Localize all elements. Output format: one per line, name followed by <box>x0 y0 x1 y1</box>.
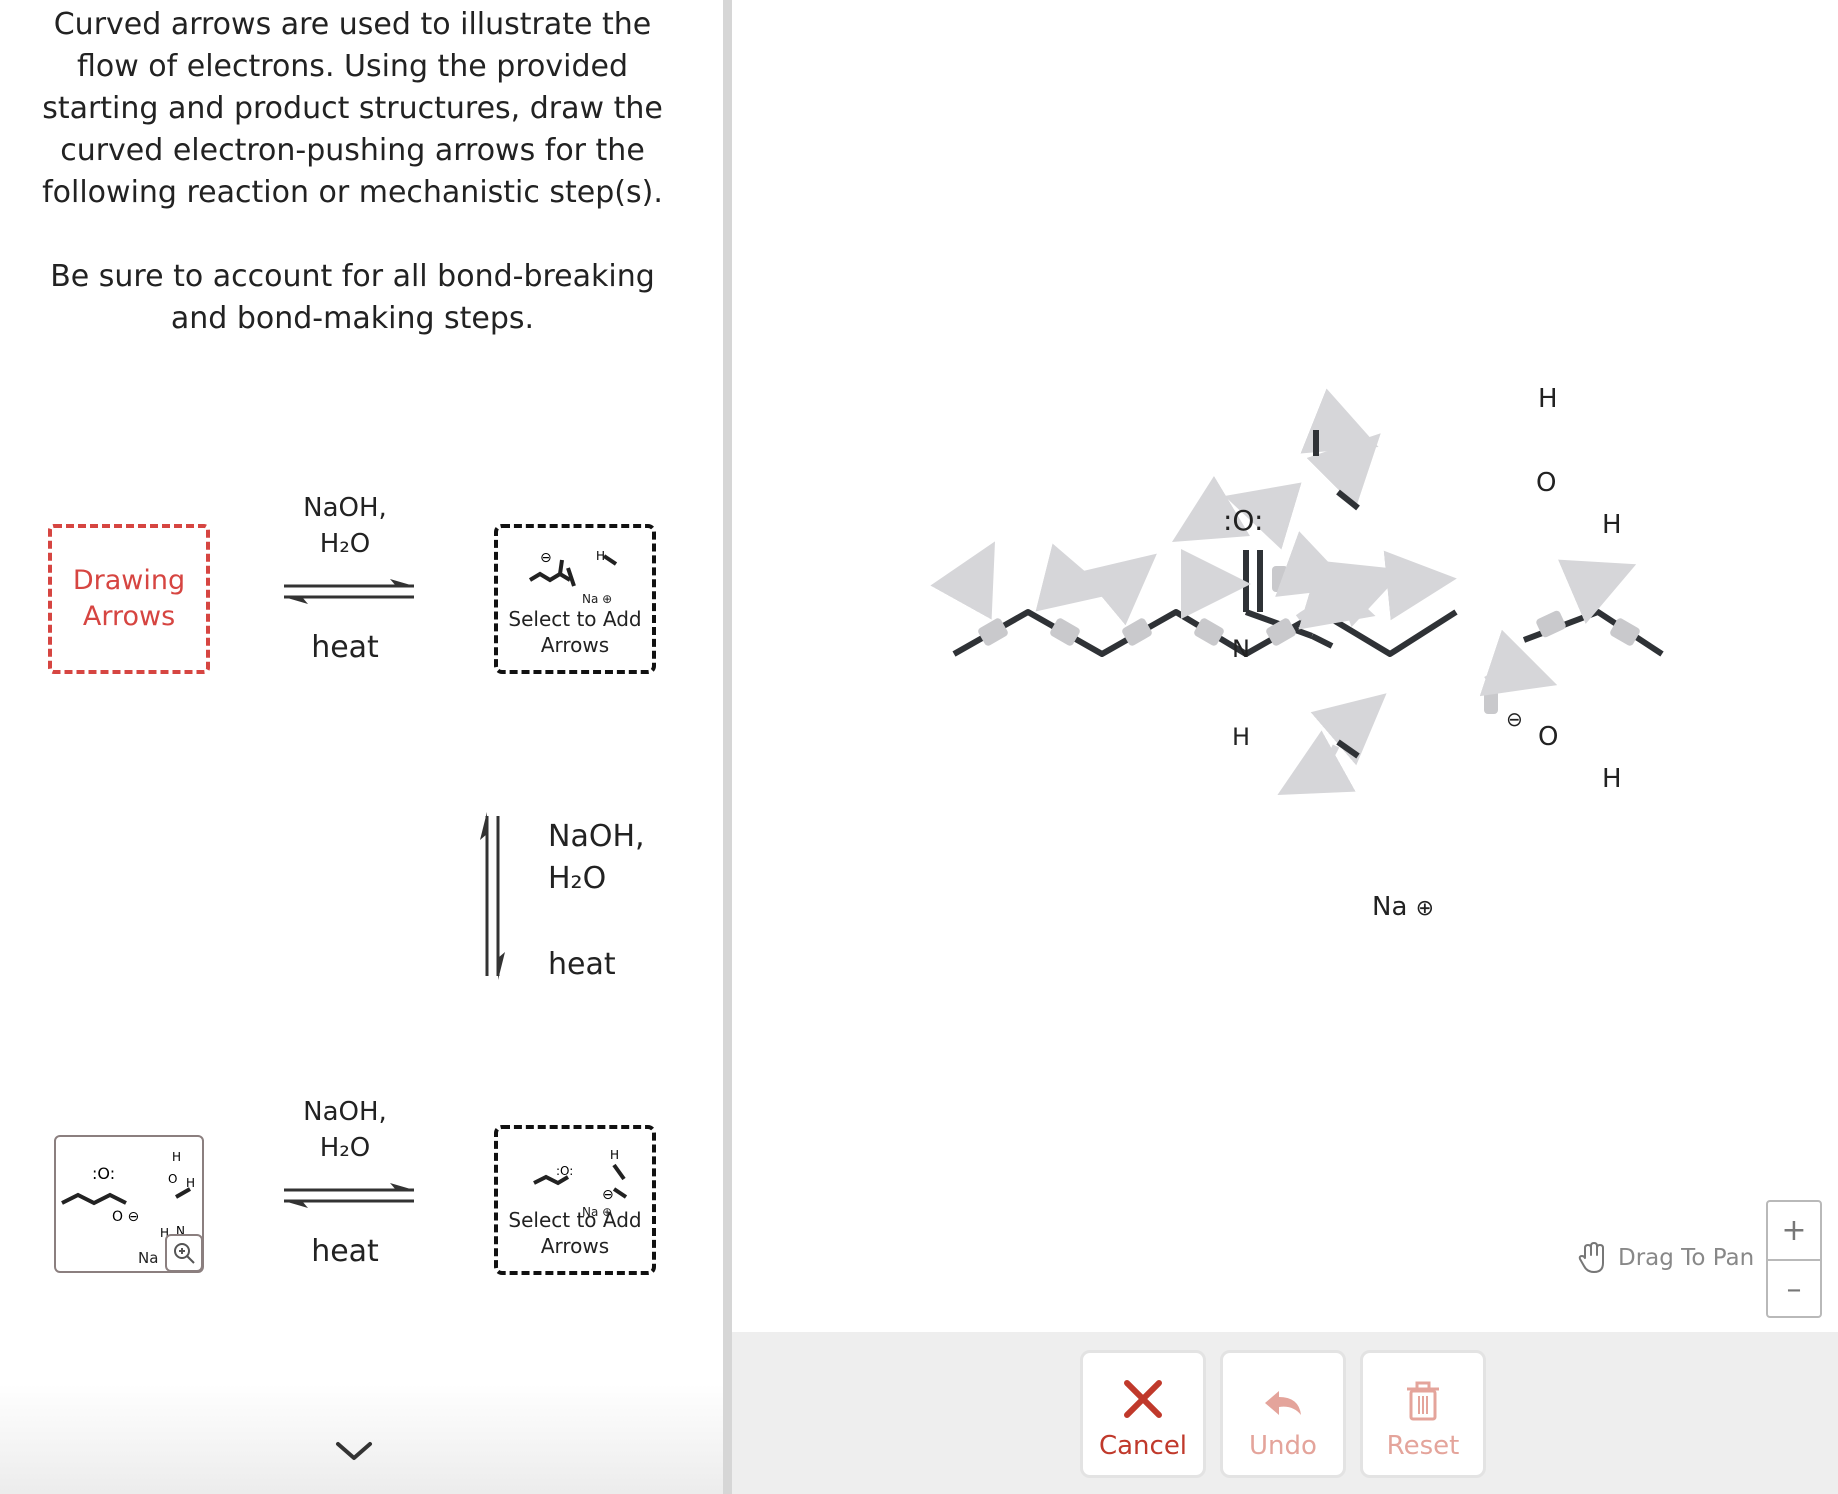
svg-text::O:: :O: <box>92 1164 115 1183</box>
drawing-canvas[interactable]: :O: N H H O H O ⊖ H Na ⊕ <box>732 0 1838 1332</box>
step3-conditions: NaOH, H₂O <box>290 1094 400 1166</box>
magnifier-icon <box>174 1243 195 1264</box>
step1-reagent: NaOH, <box>303 493 387 523</box>
hydroxide-oxygen[interactable]: O <box>1538 722 1558 752</box>
zoom-out-button[interactable]: – <box>1768 1259 1820 1318</box>
step3-product-label: Select to Add Arrows <box>508 1208 642 1258</box>
step1-start-label: Drawing Arrows <box>72 565 186 632</box>
svg-text::O:: :O: <box>556 1164 573 1178</box>
water-hydrogen-top[interactable]: H <box>1538 384 1558 414</box>
svg-text:O: O <box>168 1172 177 1186</box>
svg-text:H: H <box>596 549 605 563</box>
water-oxygen[interactable]: O <box>1536 468 1556 498</box>
reset-button[interactable]: Reset <box>1360 1350 1486 1478</box>
sodium-ion[interactable]: Na ⊕ <box>1372 892 1434 924</box>
step2-heat: heat <box>548 947 616 982</box>
panel-divider[interactable] <box>723 0 732 1494</box>
cancel-button[interactable]: Cancel <box>1080 1350 1206 1478</box>
svg-text:⊖: ⊖ <box>602 1187 614 1203</box>
amide-nitrogen[interactable]: N <box>1232 634 1250 664</box>
amide-hydrogen[interactable]: H <box>1232 722 1250 752</box>
step1-solvent: H₂O <box>319 529 371 559</box>
bond-handles <box>978 566 1640 714</box>
step1-equilibrium-arrows <box>284 579 414 604</box>
zoom-thumbnail-button[interactable] <box>165 1234 203 1272</box>
hydroxide-charge-icon: ⊖ <box>1506 707 1523 731</box>
hand-icon <box>1578 1242 1604 1273</box>
drag-to-pan-label: Drag To Pan <box>1618 1245 1755 1271</box>
step1-start-drawing-arrows[interactable]: Drawing Arrows <box>48 524 210 674</box>
step2-reagent: NaOH, <box>548 819 645 854</box>
svg-text:⊖: ⊖ <box>540 550 552 566</box>
close-icon <box>1124 1380 1162 1418</box>
step3-solvent: H₂O <box>319 1133 371 1163</box>
cancel-label: Cancel <box>1098 1431 1188 1461</box>
step3-product-select-to-add-arrows[interactable]: :O: H ⊖ Na ⊕ Select to Add Arrows <box>494 1125 656 1275</box>
step3-reagent: NaOH, <box>303 1097 387 1127</box>
carbonyl-oxygen[interactable]: :O: <box>1223 506 1263 536</box>
svg-text:H: H <box>172 1150 181 1164</box>
step1-product-label: Select to Add Arrows <box>508 607 642 657</box>
step2-conditions: NaOH, H₂O <box>548 816 668 900</box>
zoom-in-button[interactable]: + <box>1768 1202 1820 1259</box>
drag-to-pan-hint: Drag To Pan <box>1576 1238 1754 1278</box>
zoom-controls: + – <box>1766 1200 1822 1318</box>
instructions-paragraph-2: Be sure to account for all bond-breaking… <box>50 259 655 336</box>
undo-icon <box>1265 1391 1301 1415</box>
undo-label: Undo <box>1249 1431 1317 1461</box>
step3-start-na: Na <box>138 1249 159 1267</box>
step1-product-na: Na ⊕ <box>582 592 613 606</box>
undo-button[interactable]: Undo <box>1220 1350 1346 1478</box>
step3-product-thumbnail: :O: H ⊖ <box>533 1148 628 1203</box>
step1-product-thumbnail: ⊖ H <box>528 549 618 587</box>
step1-conditions: NaOH, H₂O <box>290 490 400 562</box>
step1-product-select-to-add-arrows[interactable]: ⊖ H Na ⊕ Select to Add Arrows <box>494 524 656 674</box>
step2-equilibrium-arrows <box>480 812 505 980</box>
instructions-paragraph-1: Curved arrows are used to illustrate the… <box>42 7 663 210</box>
svg-text:H: H <box>186 1176 195 1190</box>
hydroxide-hydrogen[interactable]: H <box>1602 764 1622 794</box>
step3-equilibrium-arrows <box>284 1183 414 1208</box>
action-toolbar: Cancel Undo Reset <box>732 1332 1838 1494</box>
reset-label: Reset <box>1386 1431 1460 1461</box>
sodium-label: Na <box>1372 892 1408 922</box>
step3-start-structure-thumbnail[interactable]: :O: O ⊖ H O H H N Na <box>54 1135 204 1273</box>
svg-text:H: H <box>610 1148 619 1162</box>
svg-text:O ⊖: O ⊖ <box>112 1209 139 1225</box>
question-panel: Curved arrows are used to illustrate the… <box>0 0 723 1494</box>
water-hydrogen-right[interactable]: H <box>1602 510 1622 540</box>
step1-heat: heat <box>311 630 379 665</box>
positive-charge-icon: ⊕ <box>1415 896 1435 921</box>
trash-icon <box>1407 1381 1439 1421</box>
molecule-drawing <box>930 388 1664 796</box>
drawing-canvas-panel: :O: N H H O H O ⊖ H Na ⊕ Drag To Pan + –… <box>732 0 1838 1494</box>
instructions: Curved arrows are used to illustrate the… <box>30 4 675 340</box>
step3-heat: heat <box>311 1234 379 1269</box>
step2-solvent: H₂O <box>548 861 607 896</box>
chevron-down-icon[interactable] <box>334 1436 374 1466</box>
